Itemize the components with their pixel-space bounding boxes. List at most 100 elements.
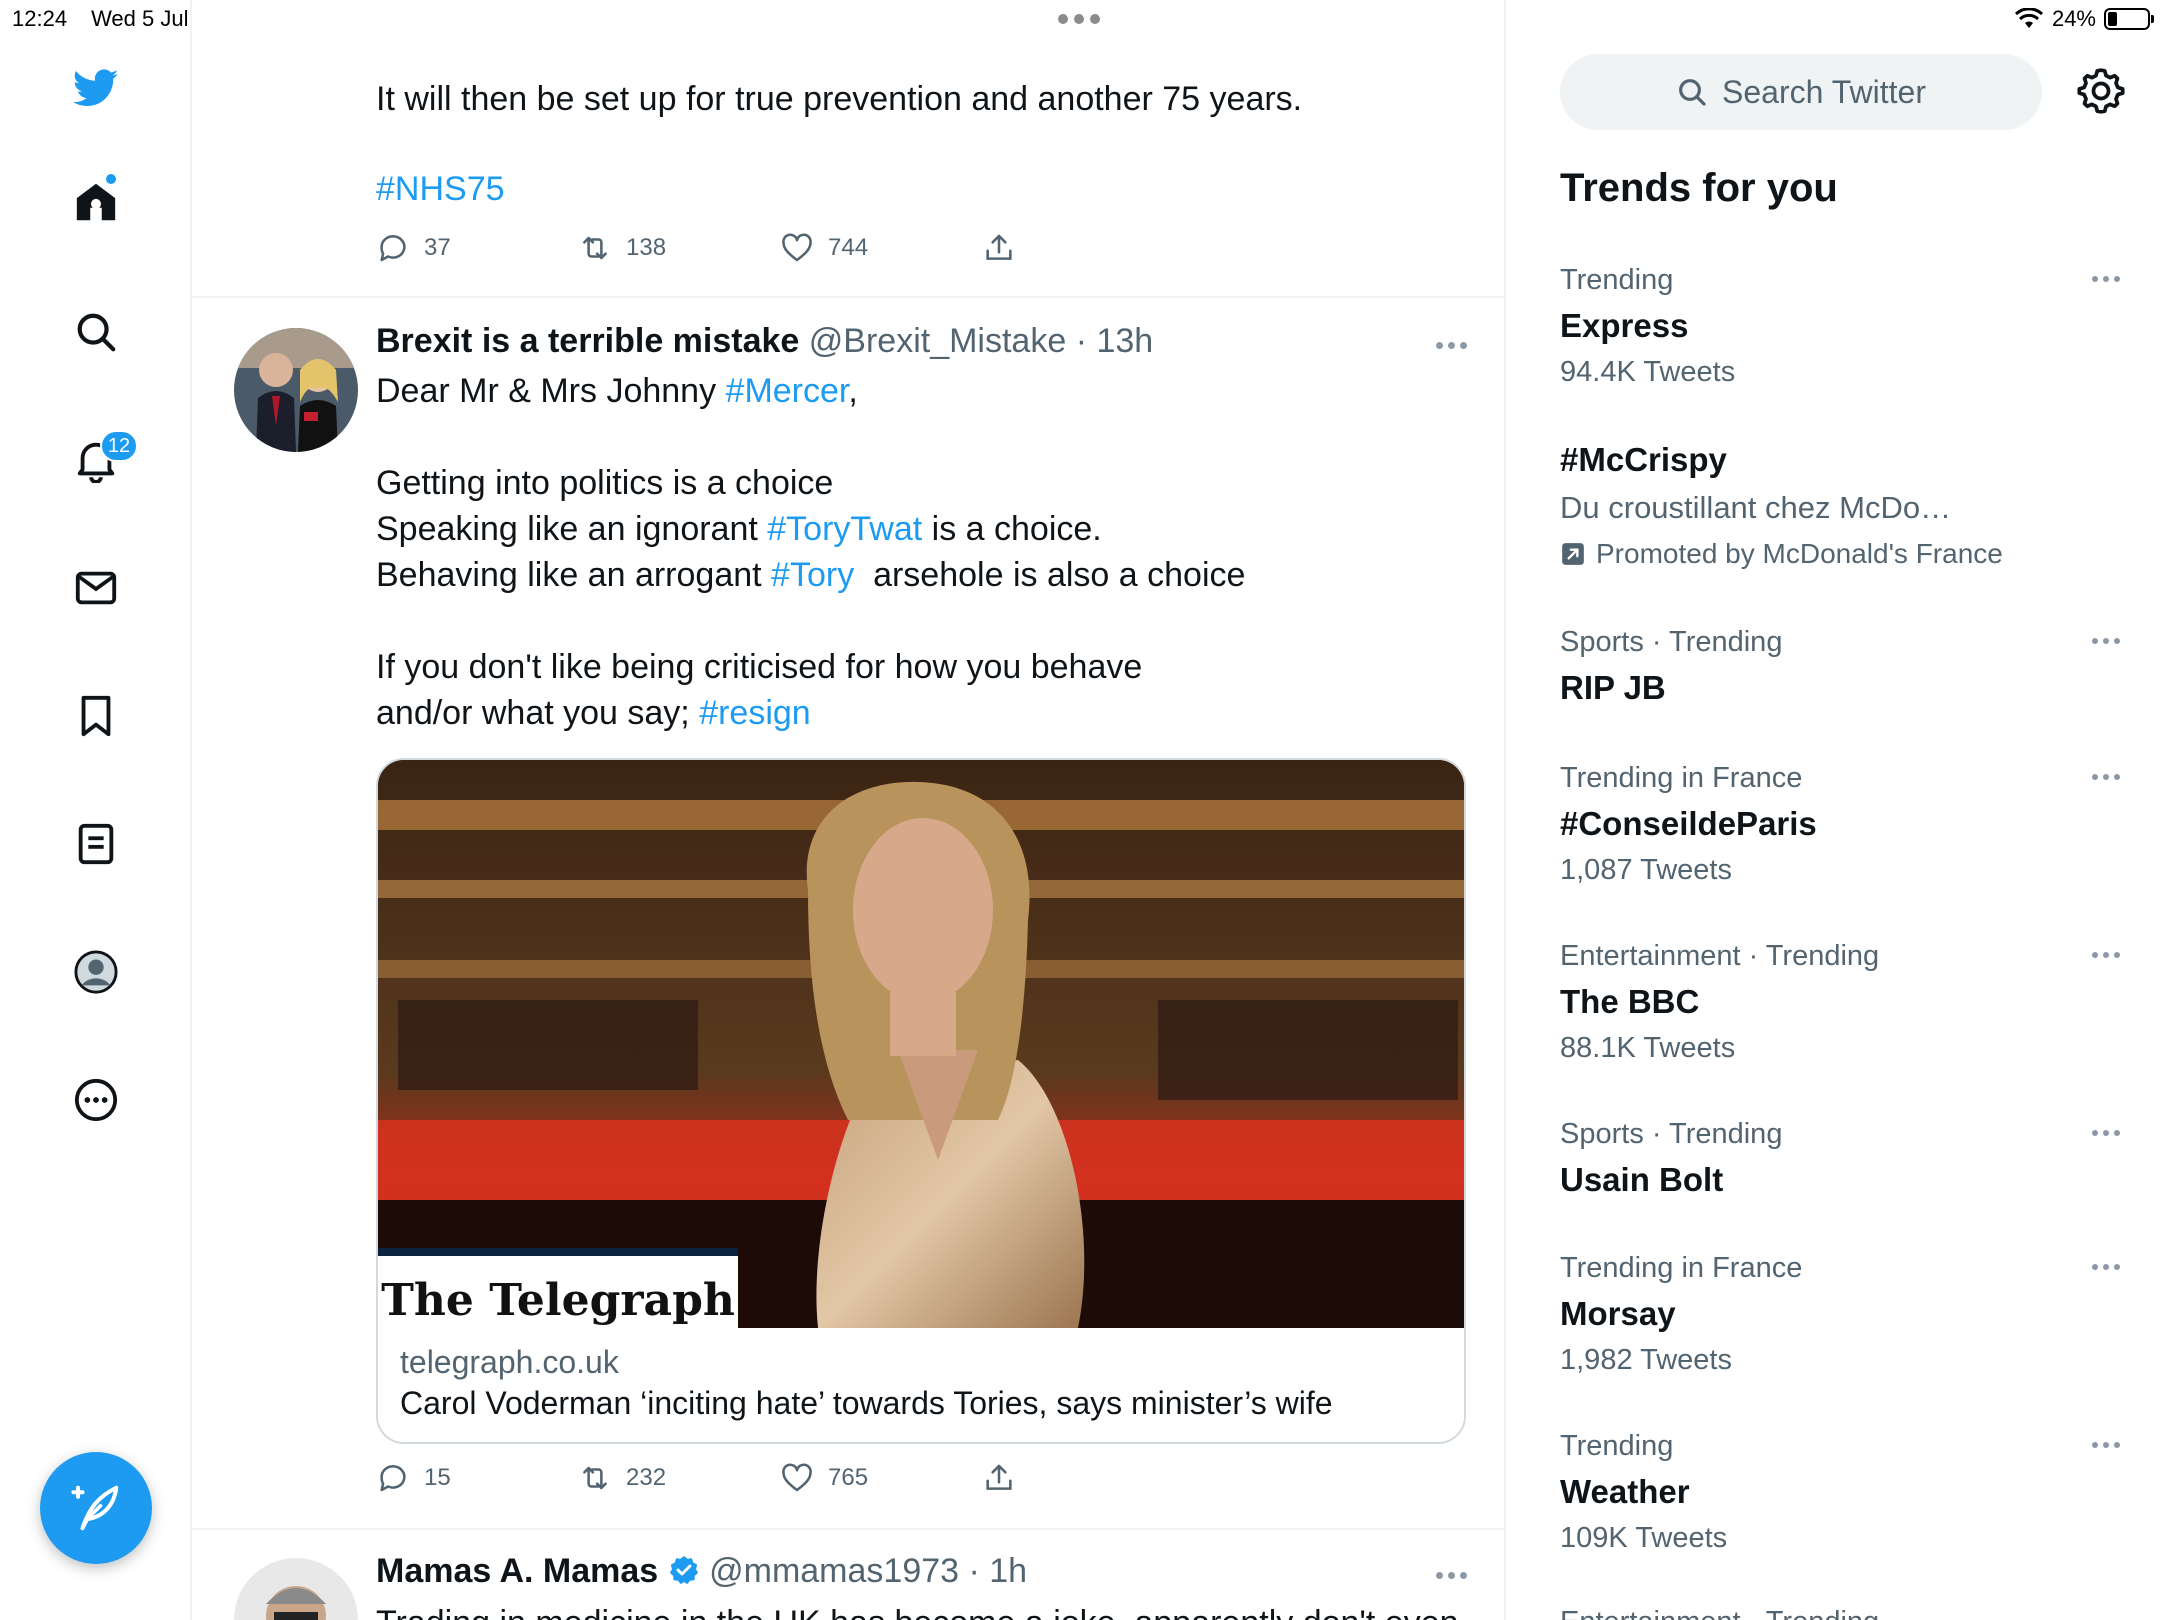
trend-context: Entertainment · Trending (1560, 1600, 2120, 1620)
trend-more-icon[interactable] (2092, 638, 2120, 644)
home-icon[interactable] (60, 166, 132, 238)
author-name[interactable]: Brexit is a terrible mistake (376, 322, 799, 360)
retweet-count: 232 (626, 1464, 667, 1491)
avatar[interactable] (234, 1558, 358, 1620)
hashtag-link[interactable]: #Tory (771, 556, 854, 594)
link-preview-card[interactable]: The Telegraph telegraph.co.uk Carol Vode… (376, 758, 1466, 1444)
trend-more-icon[interactable] (2092, 774, 2120, 780)
tweet-time[interactable]: · 1h (969, 1552, 1028, 1590)
share-icon (986, 1464, 1012, 1490)
trend-name: Weather (1560, 1473, 1690, 1510)
tweet-more-icon[interactable] (1436, 342, 1467, 349)
author-handle[interactable]: @Brexit_Mistake (809, 322, 1066, 360)
retweet-button[interactable]: 232 (578, 1461, 780, 1495)
author-name[interactable]: Mamas A. Mamas (376, 1552, 658, 1590)
trend-context: Trending (1560, 1430, 1674, 1462)
compose-tweet-button[interactable] (40, 1452, 152, 1564)
messages-mail-icon[interactable] (60, 552, 132, 624)
trend-item[interactable]: Trending in France Morsay 1,982 Tweets (1560, 1246, 2120, 1382)
gear-icon[interactable] (2076, 66, 2126, 116)
trend-item[interactable]: Sports · Trending RIP JB (1560, 620, 2120, 712)
tweet-3[interactable]: Mamas A. Mamas @mmamas1973 · 1h Trading … (192, 1530, 1504, 1620)
promoted-by-text: Promoted by McDonald's France (1596, 538, 2003, 569)
lists-icon[interactable] (60, 808, 132, 880)
like-button[interactable]: 765 (780, 1461, 982, 1495)
trend-more-icon[interactable] (2092, 1130, 2120, 1136)
reply-button[interactable]: 37 (376, 231, 578, 265)
card-image: The Telegraph (378, 760, 1464, 1328)
notification-count-badge: 12 (100, 430, 138, 462)
trend-context: Sports · Trending (1560, 1118, 1783, 1150)
tweet-text: is a choice. (922, 510, 1102, 548)
trend-count: 88.1K Tweets (1560, 1032, 1736, 1064)
retweet-icon (583, 1466, 607, 1490)
trend-item[interactable]: Entertainment · Trending The BBC 88.1K T… (1560, 934, 2120, 1070)
reply-icon (380, 1465, 406, 1492)
trend-item[interactable]: Trending Express 94.4K Tweets (1560, 258, 2120, 394)
trend-more-icon[interactable] (2092, 276, 2120, 282)
trend-more-icon[interactable] (2092, 1264, 2120, 1270)
profile-icon[interactable] (60, 936, 132, 1008)
trend-more-icon[interactable] (2092, 1442, 2120, 1448)
trend-name: RIP JB (1560, 669, 1666, 706)
trend-item-promoted[interactable]: #McCrispy Du croustillant chez McDo… Pro… (1560, 436, 2120, 576)
trend-name: The BBC (1560, 983, 1700, 1020)
share-button[interactable] (982, 231, 1184, 265)
compose-feather-icon (71, 1485, 119, 1531)
hashtag-link[interactable]: #resign (699, 694, 811, 732)
card-domain: telegraph.co.uk (400, 1344, 619, 1380)
verified-badge-icon (669, 1556, 698, 1585)
trend-item[interactable]: Trending in France #ConseildeParis 1,087… (1560, 756, 2120, 892)
trend-context: Trending (1560, 264, 1674, 296)
tweet-2[interactable]: Brexit is a terrible mistake @Brexit_Mis… (192, 298, 1504, 1530)
trend-item[interactable]: Sports · Trending Usain Bolt (1560, 1112, 2120, 1204)
tweet-1-actions: 37 138 744 (376, 228, 1184, 268)
share-button[interactable] (982, 1461, 1184, 1495)
tweet-time[interactable]: · 13h (1076, 322, 1154, 360)
main-feed: It will then be set up for true preventi… (192, 0, 1506, 1620)
trend-name: Morsay (1560, 1295, 1676, 1332)
trend-item[interactable]: Trending Weather 109K Tweets (1560, 1424, 2120, 1560)
reply-button[interactable]: 15 (376, 1461, 578, 1495)
trend-context: Entertainment · Trending (1560, 940, 1880, 972)
more-options-icon[interactable] (60, 1064, 132, 1136)
tweet-more-icon[interactable] (1436, 1572, 1467, 1579)
trend-item[interactable]: Entertainment · Trending (1560, 1600, 2120, 1620)
like-count: 765 (828, 1464, 869, 1491)
avatar[interactable] (234, 328, 358, 452)
twitter-logo-icon[interactable] (60, 52, 132, 124)
retweet-button[interactable]: 138 (578, 231, 780, 265)
left-navigation: 12 (0, 0, 192, 1620)
tweet-1[interactable]: It will then be set up for true preventi… (192, 0, 1504, 296)
trends-title: Trends for you (1560, 166, 1838, 210)
explore-search-icon[interactable] (60, 296, 132, 368)
tweet-text: , (848, 372, 858, 410)
hashtag-link[interactable]: #ToryTwat (767, 510, 922, 548)
hashtag-link[interactable]: #Mercer (726, 372, 849, 410)
trend-context: Sports · Trending (1560, 626, 1783, 658)
trend-context: Trending in France (1560, 1252, 1803, 1284)
notifications-bell-icon[interactable]: 12 (60, 424, 138, 496)
author-handle[interactable]: @mmamas1973 (709, 1552, 959, 1590)
tweet-text: Dear Mr & Mrs Johnny (376, 372, 726, 410)
tweet-1-hashtag[interactable]: #NHS75 (376, 166, 505, 212)
trend-count: 109K Tweets (1560, 1522, 1728, 1554)
like-button[interactable]: 744 (780, 231, 982, 265)
tweet-2-body: Dear Mr & Mrs Johnny #Mercer, Getting in… (376, 368, 1476, 736)
tweet-text: arsehole is also a choice (854, 556, 1246, 594)
trend-more-icon[interactable] (2092, 952, 2120, 958)
share-icon (986, 234, 1012, 260)
trend-count: 1,982 Tweets (1560, 1344, 1732, 1376)
bookmarks-icon[interactable] (60, 680, 132, 752)
trend-count: 1,087 Tweets (1560, 854, 1732, 886)
search-input[interactable]: Search Twitter (1560, 54, 2042, 130)
tweet-3-text: Trading in medicine in the UK has become… (376, 1600, 1459, 1620)
search-icon (1679, 79, 1706, 106)
trend-name: Usain Bolt (1560, 1161, 1724, 1198)
trend-name: #McCrispy (1560, 441, 1727, 478)
search-placeholder: Search Twitter (1722, 73, 1926, 110)
reply-icon (380, 235, 406, 262)
trend-context: Trending in France (1560, 762, 1803, 794)
tweet-1-text: It will then be set up for true preventi… (376, 80, 1303, 118)
tweet-2-actions: 15 232 765 (376, 1458, 1184, 1498)
